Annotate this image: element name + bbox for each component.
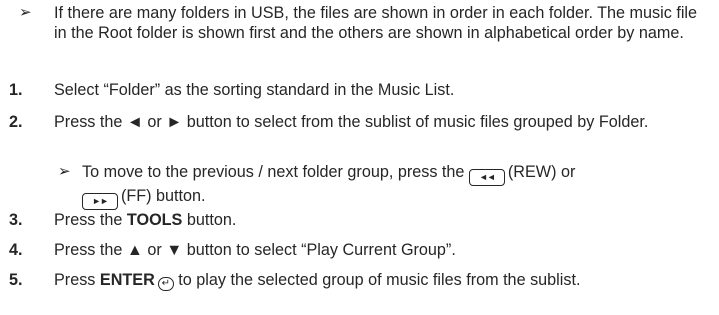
step-text: Press the TOOLS button. — [54, 210, 714, 230]
step-text-part: Press — [54, 271, 100, 289]
step-text: Press ENTER ↵ to play the selected group … — [54, 270, 714, 291]
ff-label: (FF) button. — [121, 187, 206, 205]
intro-note-text: If there are many folders in USB, the fi… — [54, 4, 698, 42]
note-arrow-icon: ➢ — [58, 163, 71, 180]
enter-keyword: ENTER — [99, 271, 155, 289]
step-number: 4. — [9, 241, 23, 259]
folder-navigation-note-text: To move to the previous / next folder gr… — [82, 162, 712, 210]
rew-button-icon: ◄◄ — [468, 169, 505, 186]
rew-label: (REW) or — [507, 163, 576, 181]
enter-icon: ↵ — [157, 277, 174, 291]
step-text: Press the ▲ or ▼ button to select “Play … — [54, 241, 456, 259]
step-text-part: Press the — [54, 211, 127, 229]
step-number: 1. — [9, 81, 23, 99]
step-number: 2. — [9, 113, 23, 131]
subnote-text: To move to the previous / next folder gr… — [82, 163, 469, 181]
step-text-part: to play the selected group of music file… — [173, 271, 581, 289]
step-number: 3. — [9, 211, 23, 229]
ff-button-icon: ►► — [82, 193, 118, 210]
tools-keyword: TOOLS — [126, 211, 183, 229]
note-arrow-icon: ➢ — [19, 4, 32, 21]
step-text-part: button. — [182, 211, 237, 229]
step-number: 5. — [9, 271, 23, 289]
step-text: Press the ◄ or ► button to select from t… — [54, 113, 649, 131]
step-text: Select “Folder” as the sorting standard … — [54, 81, 455, 99]
